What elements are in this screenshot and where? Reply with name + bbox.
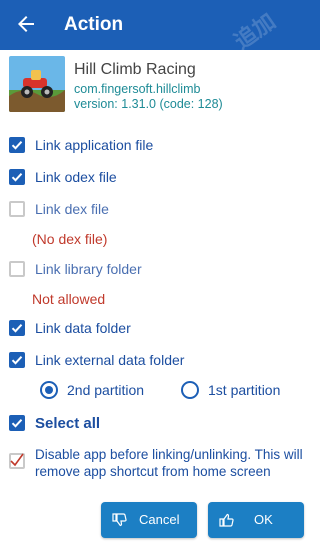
radio-selected-icon[interactable] xyxy=(40,381,58,399)
app-package-name: com.fingersoft.hillclimb xyxy=(74,82,201,96)
cancel-button[interactable]: Cancel xyxy=(101,502,197,538)
ok-button-label: OK xyxy=(254,512,273,527)
back-arrow-icon[interactable] xyxy=(14,12,38,36)
cancel-button-label: Cancel xyxy=(139,512,180,527)
option-label: Link dex file xyxy=(35,201,109,217)
checkbox-unchecked-icon[interactable] xyxy=(9,261,25,277)
option-disable-app[interactable]: Disable app before linking/unlinking. Th… xyxy=(0,446,320,486)
watermark: 追加 xyxy=(229,8,281,55)
option-link-data-folder[interactable]: Link data folder xyxy=(0,313,320,343)
checkbox-checked-icon[interactable] xyxy=(9,320,25,336)
radio-unselected-icon[interactable] xyxy=(181,381,199,399)
checkbox-checked-icon[interactable] xyxy=(9,137,25,153)
dex-file-note: (No dex file) xyxy=(32,231,108,247)
option-label: Link application file xyxy=(35,137,154,153)
ok-button[interactable]: OK xyxy=(208,502,304,538)
checkbox-checked-icon[interactable] xyxy=(9,352,25,368)
hill-climb-racing-app-icon xyxy=(9,56,65,112)
checkbox-checked-icon[interactable] xyxy=(9,169,25,185)
checkbox-unchecked-icon[interactable] xyxy=(9,453,25,469)
app-name: Hill Climb Racing xyxy=(74,61,196,78)
radio-2nd-partition[interactable]: 2nd partition xyxy=(40,379,160,403)
disable-app-label: Disable app before linking/unlinking. Th… xyxy=(35,447,303,479)
radio-label: 1st partition xyxy=(208,382,281,398)
app-version: version: 1.31.0 (code: 128) xyxy=(74,97,223,111)
option-link-odex-file[interactable]: Link odex file xyxy=(0,162,320,192)
option-label: Link library folder xyxy=(35,261,142,277)
option-label: Link data folder xyxy=(35,320,131,336)
option-label: Link odex file xyxy=(35,169,117,185)
radio-1st-partition[interactable]: 1st partition xyxy=(181,379,301,403)
option-link-application-file[interactable]: Link application file xyxy=(0,130,320,160)
option-link-dex-file[interactable]: Link dex file xyxy=(0,194,320,224)
app-bar: Action 追加 xyxy=(0,0,320,54)
radio-label: 2nd partition xyxy=(67,382,145,398)
option-link-external-data-folder[interactable]: Link external data folder xyxy=(0,345,320,375)
option-link-library-folder[interactable]: Link library folder xyxy=(0,254,320,284)
page-title: Action xyxy=(64,14,124,35)
thumbs-up-icon xyxy=(218,512,234,528)
library-folder-note: Not allowed xyxy=(32,291,106,307)
checkbox-checked-icon[interactable] xyxy=(9,415,25,431)
select-all-label: Select all xyxy=(35,415,101,432)
app-info-header: Hill Climb Racing com.fingersoft.hillcli… xyxy=(0,50,320,124)
option-label: Link external data folder xyxy=(35,352,185,368)
option-select-all[interactable]: Select all xyxy=(0,408,320,438)
checkbox-unchecked-icon[interactable] xyxy=(9,201,25,217)
thumbs-down-icon xyxy=(111,512,127,528)
